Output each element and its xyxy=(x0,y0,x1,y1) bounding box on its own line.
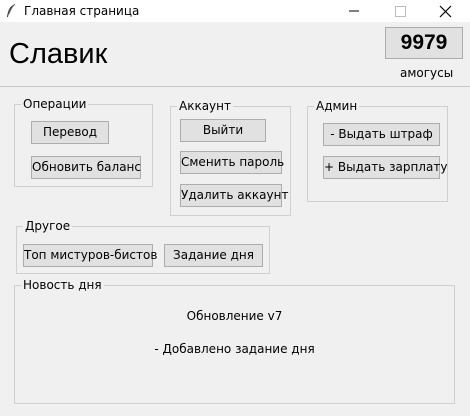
header-separator xyxy=(0,86,470,87)
operations-label: Операции xyxy=(21,96,89,112)
admin-label: Админ xyxy=(314,98,360,114)
main-window: Славик 9979 амогусы Операции Перевод Обн… xyxy=(0,22,470,416)
news-title: Обновление v7 xyxy=(186,309,283,323)
refresh-balance-button[interactable]: Обновить баланс xyxy=(31,156,141,179)
transfer-button[interactable]: Перевод xyxy=(31,121,109,144)
daily-task-button[interactable]: Задание дня xyxy=(164,244,263,267)
change-password-button[interactable]: Сменить пароль xyxy=(180,151,284,174)
top-players-button[interactable]: Топ мистуров-бистов xyxy=(23,244,157,267)
news-body: - Добавлено задание дня xyxy=(154,342,315,356)
close-icon[interactable] xyxy=(424,0,468,22)
logout-button[interactable]: Выйти xyxy=(180,119,266,142)
news-label: Новость дня xyxy=(21,277,104,293)
feather-icon xyxy=(4,3,18,19)
currency-label: амогусы xyxy=(400,66,454,80)
news-group: Новость дня Обновление v7 - Добавлено за… xyxy=(14,277,455,404)
minimize-icon[interactable] xyxy=(332,0,376,22)
window-title: Главная страница xyxy=(24,4,140,18)
operations-group: Операции Перевод Обновить баланс xyxy=(14,96,153,187)
issue-salary-button[interactable]: + Выдать зарплату xyxy=(323,156,447,179)
title-bar: Главная страница xyxy=(0,0,470,22)
account-group: Аккаунт Выйти Сменить пароль Удалить акк… xyxy=(170,98,291,216)
balance-display: 9979 xyxy=(385,27,463,59)
issue-fine-button[interactable]: - Выдать штраф xyxy=(323,123,440,146)
maximize-icon[interactable] xyxy=(378,0,422,22)
admin-group: Админ - Выдать штраф + Выдать зарплату xyxy=(307,98,448,202)
account-label: Аккаунт xyxy=(177,98,233,114)
app-name: Славик xyxy=(9,38,108,70)
delete-account-button[interactable]: Удалить аккаунт xyxy=(180,184,288,207)
other-label: Другое xyxy=(23,218,73,234)
other-group: Другое Топ мистуров-бистов Задание дня xyxy=(16,218,270,274)
